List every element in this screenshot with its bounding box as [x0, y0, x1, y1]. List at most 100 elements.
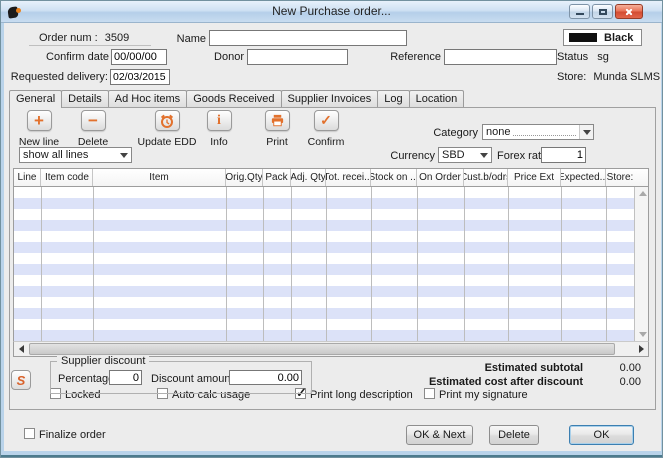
column-separator [93, 187, 94, 341]
estimated-subtotal-value: 0.00 [599, 362, 641, 374]
delete-button[interactable]: Delete [489, 425, 539, 445]
order-num-value: 3509 [105, 32, 129, 44]
table-row[interactable] [14, 308, 634, 319]
tab-ad-hoc-items[interactable]: Ad Hoc items [108, 90, 187, 107]
purchase-order-window: New Purchase order... Order num : 3509 N… [0, 0, 663, 458]
table-row[interactable] [14, 220, 634, 231]
table-row[interactable] [14, 330, 634, 341]
ok-next-button[interactable]: OK & Next [406, 425, 473, 445]
col-item-code[interactable]: Item code [41, 169, 93, 186]
color-swatch[interactable]: Black [563, 29, 642, 46]
tab-details[interactable]: Details [61, 90, 109, 107]
plus-icon: + [28, 111, 51, 130]
col-cust-backorders[interactable]: Cust.b/odrs [464, 169, 508, 186]
tab-location[interactable]: Location [409, 90, 465, 107]
store-value: Munda SLMS [593, 71, 660, 83]
table-row[interactable] [14, 275, 634, 286]
table-row[interactable] [14, 264, 634, 275]
currency-dropdown[interactable]: SBD [438, 147, 492, 163]
column-separator [464, 187, 465, 341]
currency-refresh-button[interactable]: S [11, 370, 31, 390]
donor-input[interactable] [247, 49, 348, 65]
percentage-input[interactable] [109, 370, 142, 385]
minimize-icon [576, 13, 584, 15]
tab-general[interactable]: General [9, 90, 62, 108]
forex-rate-input[interactable] [541, 147, 586, 163]
reference-input[interactable] [444, 49, 557, 65]
table-row[interactable] [14, 319, 634, 330]
percentage-label: Percentage [58, 373, 114, 385]
confirm-date-label: Confirm date [19, 51, 109, 63]
column-separator [291, 187, 292, 341]
confirm-date-input[interactable] [111, 49, 167, 65]
requested-delivery-input[interactable] [110, 69, 170, 85]
col-expected[interactable]: Expected... [561, 169, 606, 186]
maximize-icon [599, 9, 607, 15]
supplier-discount-label: Supplier discount [57, 355, 149, 367]
show-lines-value: show all lines [23, 149, 88, 161]
finalize-order-checkbox[interactable] [24, 428, 35, 439]
column-separator [508, 187, 509, 341]
col-item[interactable]: Item [93, 169, 226, 186]
chevron-down-icon [477, 148, 491, 162]
column-separator [41, 187, 42, 341]
col-tot-received[interactable]: Tot. recei... [326, 169, 371, 186]
col-pack[interactable]: Pack [263, 169, 291, 186]
show-lines-dropdown[interactable]: show all lines [19, 147, 132, 163]
col-store[interactable]: Store: [606, 169, 634, 186]
column-separator [326, 187, 327, 341]
table-row[interactable] [14, 286, 634, 297]
title-bar[interactable]: New Purchase order... [1, 1, 662, 23]
forex-rate-label: Forex rate [497, 150, 547, 162]
tab-log[interactable]: Log [377, 90, 409, 107]
vertical-scrollbar[interactable] [634, 187, 649, 341]
currency-value: SBD [442, 149, 465, 161]
scroll-down-icon[interactable] [635, 328, 649, 341]
horizontal-scroll-thumb[interactable] [29, 343, 615, 355]
table-row[interactable] [14, 198, 634, 209]
status: Status sg [557, 51, 609, 63]
requested-delivery-label: Requested delivery: [3, 71, 108, 83]
ok-button[interactable]: OK [569, 425, 634, 445]
name-label: Name [161, 33, 206, 45]
status-label: Status [557, 51, 588, 63]
col-stock-on-hand[interactable]: Stock on ... [371, 169, 417, 186]
scroll-left-icon[interactable] [14, 342, 28, 356]
clock-icon [156, 111, 179, 130]
scroll-right-icon[interactable] [634, 342, 648, 356]
discount-amount-input[interactable] [229, 370, 302, 385]
column-separator [606, 187, 607, 341]
col-price-ext[interactable]: Price Ext [508, 169, 561, 186]
order-lines-table [13, 187, 649, 341]
category-dropdown[interactable]: none [482, 124, 594, 140]
minus-icon: − [82, 111, 105, 130]
minimize-button[interactable] [569, 4, 590, 19]
print-my-signature-checkbox[interactable] [424, 388, 435, 399]
table-row[interactable] [14, 209, 634, 220]
print-my-signature-label: Print my signature [439, 389, 528, 401]
reference-label: Reference [381, 51, 441, 63]
maximize-button[interactable] [592, 4, 613, 19]
col-line[interactable]: Line [14, 169, 41, 186]
scroll-up-icon[interactable] [635, 187, 649, 200]
print-long-description-label: Print long description [310, 389, 413, 401]
confirm-button[interactable]: ✓ Confirm [289, 110, 363, 148]
close-button[interactable] [615, 4, 643, 19]
table-row[interactable] [14, 242, 634, 253]
table-row[interactable] [14, 231, 634, 242]
column-separator [226, 187, 227, 341]
table-row[interactable] [14, 253, 634, 264]
name-input[interactable] [209, 30, 407, 46]
table-row[interactable] [14, 297, 634, 308]
chevron-down-icon [579, 125, 593, 139]
column-separator [417, 187, 418, 341]
table-row[interactable] [14, 187, 634, 198]
col-adj-qty[interactable]: Adj. Qty [291, 169, 326, 186]
col-on-order[interactable]: On Order [417, 169, 464, 186]
delete-line-button[interactable]: − Delete [56, 110, 130, 148]
discount-amount-label: Discount amount [151, 373, 234, 385]
tab-goods-received[interactable]: Goods Received [186, 90, 281, 107]
col-orig-qty[interactable]: Orig.Qty [226, 169, 263, 186]
tab-supplier-invoices[interactable]: Supplier Invoices [281, 90, 379, 107]
category-label: Category [401, 127, 478, 139]
